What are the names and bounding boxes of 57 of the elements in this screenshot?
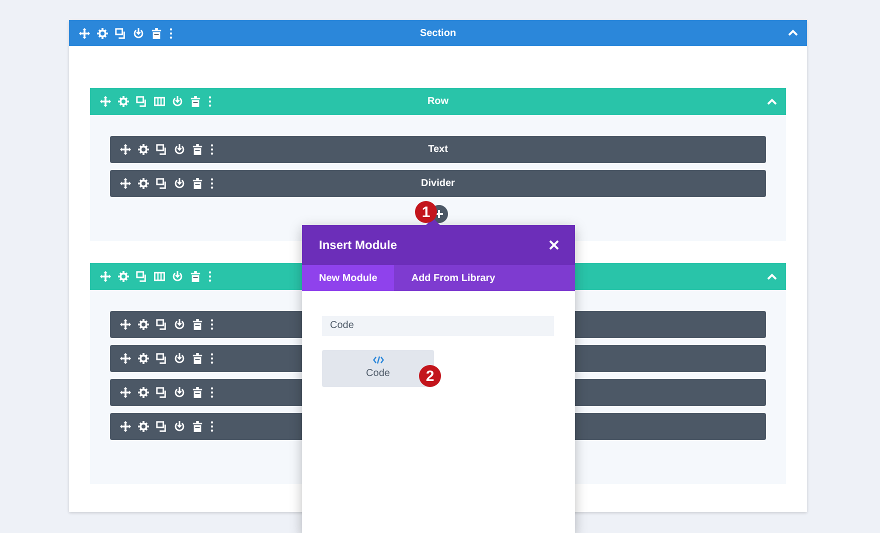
tab[interactable]: New Module [302, 265, 394, 291]
collapse-icon[interactable] [788, 29, 798, 37]
duplicate-icon[interactable] [115, 28, 126, 38]
more-icon[interactable] [169, 28, 173, 38]
search-field[interactable]: Code [322, 316, 554, 336]
more-icon[interactable] [210, 319, 214, 330]
power-icon[interactable] [174, 387, 185, 398]
trash-icon[interactable] [190, 271, 201, 282]
move-icon[interactable] [120, 144, 131, 155]
settings-icon[interactable] [138, 178, 149, 189]
duplicate-icon[interactable] [156, 178, 167, 189]
section-title: Section [420, 26, 456, 40]
power-icon[interactable] [174, 178, 185, 189]
more-icon[interactable] [210, 387, 214, 398]
plus-icon [435, 210, 443, 218]
trash-icon[interactable] [192, 178, 203, 189]
module-title: Text [428, 143, 448, 157]
trash-icon[interactable] [192, 353, 203, 364]
power-icon[interactable] [174, 421, 185, 432]
power-icon[interactable] [174, 353, 185, 364]
trash-icon[interactable] [192, 421, 203, 432]
settings-icon[interactable] [97, 28, 108, 38]
move-icon[interactable] [79, 28, 90, 38]
settings-icon[interactable] [138, 387, 149, 398]
trash-icon[interactable] [190, 96, 201, 107]
settings-icon[interactable] [138, 353, 149, 364]
close-icon [549, 240, 559, 250]
trash-icon[interactable] [192, 387, 203, 398]
move-icon[interactable] [120, 353, 131, 364]
row-title: Row [427, 95, 449, 109]
more-icon[interactable] [210, 353, 214, 364]
settings-icon[interactable] [138, 144, 149, 155]
more-icon[interactable] [210, 178, 214, 189]
more-icon[interactable] [210, 421, 214, 432]
duplicate-icon[interactable] [156, 319, 167, 330]
tab[interactable]: Add From Library [394, 265, 512, 291]
close-button[interactable] [549, 240, 559, 250]
duplicate-icon[interactable] [156, 387, 167, 398]
trash-icon[interactable] [192, 144, 203, 155]
dialog-title: Insert Module [319, 237, 398, 254]
power-icon[interactable] [174, 144, 185, 155]
duplicate-icon[interactable] [156, 421, 167, 432]
move-icon[interactable] [120, 421, 131, 432]
move-icon[interactable] [120, 387, 131, 398]
module-title: Divider [421, 177, 455, 191]
code-icon [372, 356, 384, 364]
duplicate-icon[interactable] [156, 353, 167, 364]
trash-icon[interactable] [151, 28, 162, 38]
move-icon[interactable] [120, 319, 131, 330]
power-icon[interactable] [174, 319, 185, 330]
move-icon[interactable] [120, 178, 131, 189]
more-icon[interactable] [210, 144, 214, 155]
settings-icon[interactable] [138, 319, 149, 330]
settings-icon[interactable] [138, 421, 149, 432]
duplicate-icon[interactable] [156, 144, 167, 155]
trash-icon[interactable] [192, 319, 203, 330]
power-icon[interactable] [133, 28, 144, 38]
